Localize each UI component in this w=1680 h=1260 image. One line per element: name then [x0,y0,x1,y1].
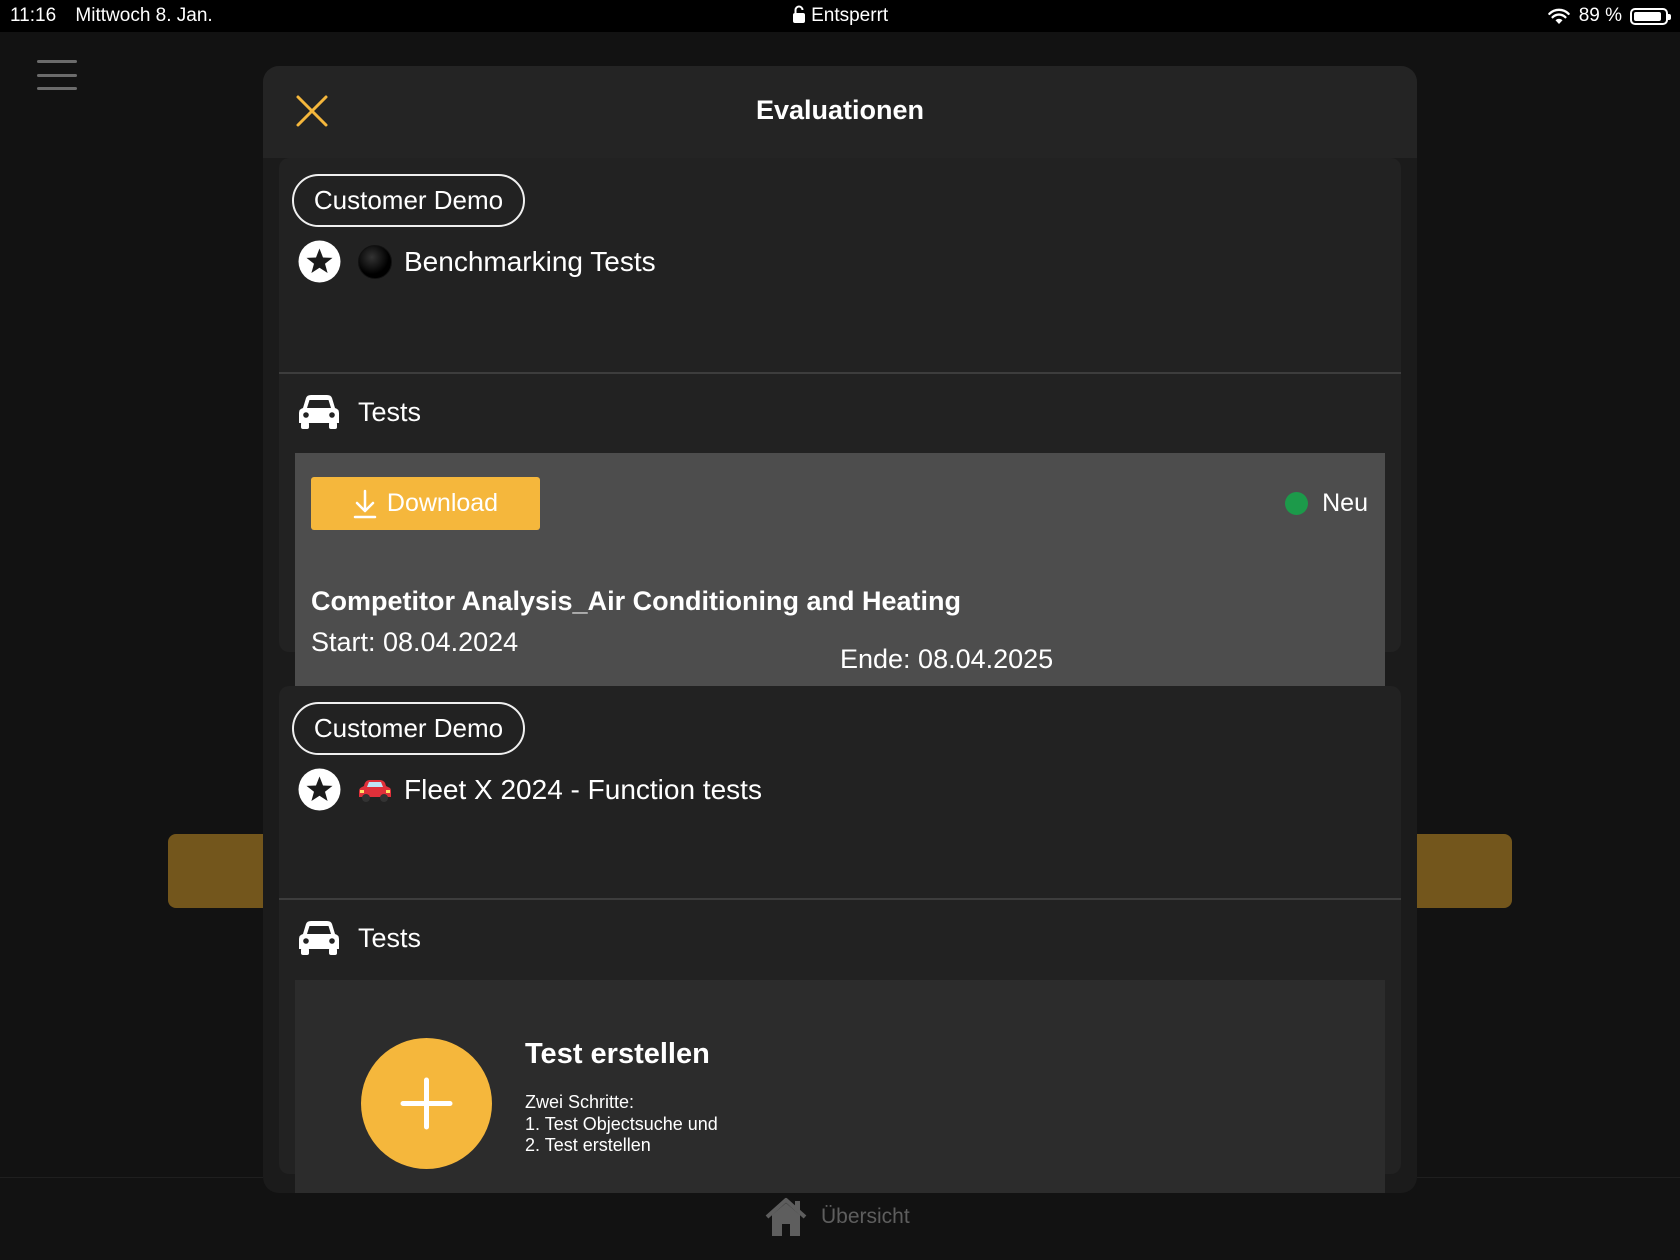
battery-percent: 89 % [1578,5,1622,26]
modal-title: Evaluationen [755,95,925,125]
customer-tag[interactable]: Customer Demo [292,174,525,227]
evaluations-modal: Evaluationen Customer Demo Benchmarking … [263,66,1417,1193]
tests-section-header: Tests [298,394,421,430]
evaluation-name: Fleet X 2024 - Function tests [404,773,762,805]
evaluation-card: Customer Demo Benchmarking Tests Tests D… [279,158,1401,700]
download-button[interactable]: Download [311,477,540,530]
tests-label: Tests [358,922,422,953]
evaluation-card: Customer Demo Fleet X 2024 - Function te… [279,686,1401,1193]
star-icon[interactable] [298,240,341,283]
car-icon [299,921,339,955]
lock-status-label: Entsperrt [811,5,889,26]
create-test-desc-line: 1. Test Objectsuche und [525,1113,718,1134]
red-car-emoji-icon [359,779,391,802]
divider [279,372,1401,374]
tab-overview[interactable]: Übersicht [763,1196,910,1238]
status-bar: 11:16 Mittwoch 8. Jan. Entsperrt 89 % [0,0,1680,32]
background-button-left [168,834,278,908]
car-icon [299,395,339,429]
menu-icon[interactable] [37,60,77,90]
status-dot-icon [1285,492,1309,515]
evaluation-title-row: Fleet X 2024 - Function tests [298,768,762,811]
create-test-item[interactable]: Test erstellen Zwei Schritte: 1. Test Ob… [295,980,1385,1193]
evaluation-title-row: Benchmarking Tests [298,240,656,283]
status-right: 89 % [1547,5,1671,27]
home-icon [765,1198,807,1236]
evaluation-name: Benchmarking Tests [404,245,656,277]
download-label: Download [386,489,499,517]
create-test-title: Test erstellen [525,1038,710,1070]
status-label: Neu [1322,489,1368,517]
lock-status: Entsperrt [0,5,1680,27]
create-test-button[interactable] [361,1038,492,1169]
create-test-description: Zwei Schritte: 1. Test Objectsuche und 2… [525,1092,718,1157]
test-title: Competitor Analysis_Air Conditioning and… [311,586,962,616]
download-icon [353,489,377,518]
test-end-date: Ende: 08.04.2025 [840,644,1054,674]
test-item[interactable]: Download Neu Competitor Analysis_Air Con… [295,453,1385,700]
plus-icon [400,1077,453,1130]
test-start-date: Start: 08.04.2024 [311,627,519,657]
black-circle-icon [358,244,392,279]
create-test-desc-line: Zwei Schritte: [525,1092,635,1112]
star-icon[interactable] [298,768,341,811]
battery-fill [1634,11,1661,21]
tests-section-header: Tests [298,920,421,956]
modal-header: Evaluationen [263,66,1417,158]
customer-tag[interactable]: Customer Demo [292,702,525,755]
status-badge: Neu [1285,489,1368,518]
tests-label: Tests [358,396,422,427]
lock-icon [792,5,805,23]
divider [279,898,1401,900]
tab-overview-label: Übersicht [821,1205,910,1228]
create-test-desc-line: 2. Test erstellen [525,1135,651,1155]
wifi-icon [1547,8,1570,24]
battery-icon [1630,7,1671,25]
